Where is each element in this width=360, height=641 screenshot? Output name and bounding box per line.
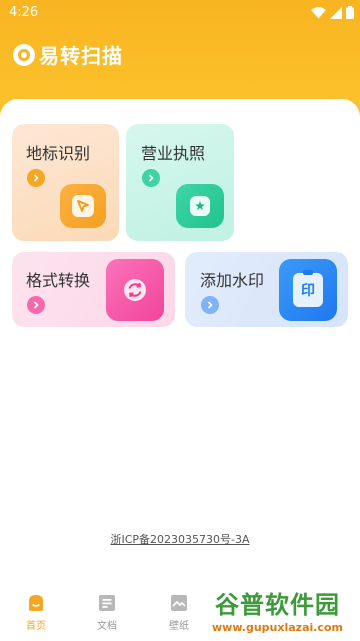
format-conversion-label: 格式转换 <box>26 271 91 290</box>
tab-wallpaper-label: 壁纸 <box>169 621 189 632</box>
main-content: 地标识别 营业执照 格式转换 添加水印 印 <box>0 99 360 641</box>
chevron-right-icon <box>201 296 219 314</box>
app-logo-icon <box>13 43 35 66</box>
chevron-right-icon <box>142 169 160 187</box>
home-icon <box>29 595 43 611</box>
chevron-right-icon <box>27 169 45 187</box>
chevron-right-icon <box>27 296 45 314</box>
status-icons <box>311 6 354 19</box>
landmark-recognition-card[interactable]: 地标识别 <box>12 124 119 241</box>
tab-home-label: 首页 <box>26 621 46 632</box>
site-watermark-overlay: 谷普软件园 www.gupuxlazai.com <box>195 583 360 641</box>
wifi-icon <box>311 6 326 18</box>
format-conversion-card[interactable]: 格式转换 <box>12 252 175 327</box>
convert-icon <box>106 259 164 321</box>
app-title-row: 易转扫描 <box>13 40 123 69</box>
tab-home[interactable]: 首页 <box>6 593 66 632</box>
status-time: 4:26 <box>9 5 39 20</box>
business-license-card[interactable]: 营业执照 <box>126 124 234 241</box>
document-icon <box>99 595 115 611</box>
add-watermark-label: 添加水印 <box>200 271 265 290</box>
icp-license-link[interactable]: 浙ICP备2023035730号-3A <box>0 531 360 547</box>
add-watermark-card[interactable]: 添加水印 印 <box>185 252 348 327</box>
tab-documents-label: 文档 <box>97 621 117 632</box>
tab-documents[interactable]: 文档 <box>77 593 137 632</box>
signal-icon <box>330 6 342 19</box>
battery-icon <box>346 6 354 19</box>
business-license-label: 营业执照 <box>141 144 206 163</box>
landmark-location-icon <box>60 184 106 228</box>
watermark-url: www.gupuxlazai.com <box>212 621 343 634</box>
license-star-icon <box>176 184 224 228</box>
watermark-brand: 谷普软件园 <box>215 591 340 619</box>
stamp-icon-text: 印 <box>301 283 315 299</box>
stamp-icon: 印 <box>279 259 337 321</box>
landmark-recognition-label: 地标识别 <box>26 144 91 163</box>
wallpaper-icon <box>171 595 187 611</box>
status-bar: 4:26 <box>0 0 360 26</box>
app-title: 易转扫描 <box>39 44 123 68</box>
